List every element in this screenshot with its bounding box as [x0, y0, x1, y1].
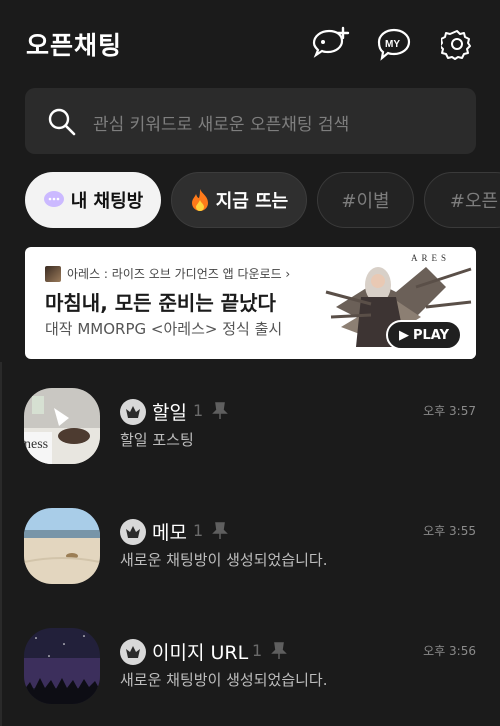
avatar — [24, 508, 100, 584]
timestamp: 오후 3:57 — [423, 404, 476, 418]
owner-crown-icon — [120, 519, 146, 545]
chat-bubble-icon — [43, 190, 65, 210]
svg-text:MY: MY — [385, 39, 400, 50]
timestamp: 오후 3:56 — [423, 644, 476, 658]
member-count: 1 — [193, 401, 204, 420]
chip-my-chatrooms[interactable]: 내 채팅방 — [25, 172, 161, 228]
ad-banner[interactable]: 아레스 : 라이즈 오브 가디언즈 앱 다운로드 › 마침내, 모든 준비는 끝… — [25, 247, 476, 359]
brand-logo: ARES — [410, 253, 450, 263]
chip-tag-breakup[interactable]: #이별 — [317, 172, 414, 228]
category-chips: 내 채팅방 지금 뜨는 #이별 #오픈 — [0, 172, 500, 228]
pin-icon[interactable] — [212, 522, 228, 544]
banner-headline: 마침내, 모든 준비는 끝났다 — [45, 291, 276, 315]
fire-icon — [190, 188, 210, 212]
my-icon[interactable]: MY — [374, 24, 414, 64]
last-message: 할일 포스팅 — [120, 431, 194, 449]
room-name: 메모 — [152, 522, 187, 544]
avatar: ness — [24, 388, 100, 464]
play-label: PLAY — [412, 327, 450, 343]
add-chat-icon[interactable] — [310, 24, 350, 64]
owner-crown-icon — [120, 399, 146, 425]
page-title: 오픈채팅 — [26, 31, 123, 60]
room-name: 이미지 URL — [152, 642, 249, 664]
banner-caption: 아레스 : 라이즈 오브 가디언즈 앱 다운로드 › — [45, 265, 290, 282]
member-count: 1 — [193, 521, 204, 540]
chip-label: #오픈 — [449, 191, 499, 212]
timestamp: 오후 3:55 — [423, 524, 476, 538]
search-icon — [47, 107, 77, 141]
chatroom-row[interactable]: 메모 1 오후 3:55 새로운 채팅방이 생성되었습니다. — [0, 498, 500, 608]
chatroom-row[interactable]: ness 할일 1 오후 3:57 할일 포스팅 — [0, 378, 500, 488]
owner-crown-icon — [120, 639, 146, 665]
banner-subtitle: 대작 MMORPG <아레스> 정식 출시 — [45, 320, 283, 338]
svg-text:ness: ness — [24, 437, 48, 452]
ad-thumbnail — [45, 265, 61, 282]
play-icon: ▶ — [398, 327, 409, 343]
pin-icon[interactable] — [271, 642, 287, 664]
chip-trending[interactable]: 지금 뜨는 — [171, 172, 307, 228]
chip-tag-open[interactable]: #오픈 — [424, 172, 500, 228]
settings-icon[interactable] — [437, 24, 477, 64]
chip-label: #이별 — [341, 191, 390, 212]
avatar — [24, 628, 100, 704]
banner-caption-text: 아레스 : 라이즈 오브 가디언즈 앱 다운로드 › — [67, 267, 291, 281]
chip-label: 지금 뜨는 — [215, 191, 289, 212]
pin-icon[interactable] — [212, 402, 228, 424]
room-name: 할일 — [152, 402, 187, 424]
chatroom-row[interactable]: 이미지 URL 1 오후 3:56 새로운 채팅방이 생성되었습니다. — [0, 618, 500, 726]
member-count: 1 — [252, 641, 263, 660]
last-message: 새로운 채팅방이 생성되었습니다. — [120, 671, 328, 689]
header: 오픈채팅 MY — [0, 0, 500, 86]
play-button[interactable]: ▶ PLAY — [386, 320, 462, 350]
search-placeholder: 관심 키워드로 새로운 오픈채팅 검색 — [93, 115, 350, 135]
chip-label: 내 채팅방 — [70, 191, 144, 212]
last-message: 새로운 채팅방이 생성되었습니다. — [120, 551, 328, 569]
search-bar[interactable]: 관심 키워드로 새로운 오픈채팅 검색 — [25, 88, 476, 154]
